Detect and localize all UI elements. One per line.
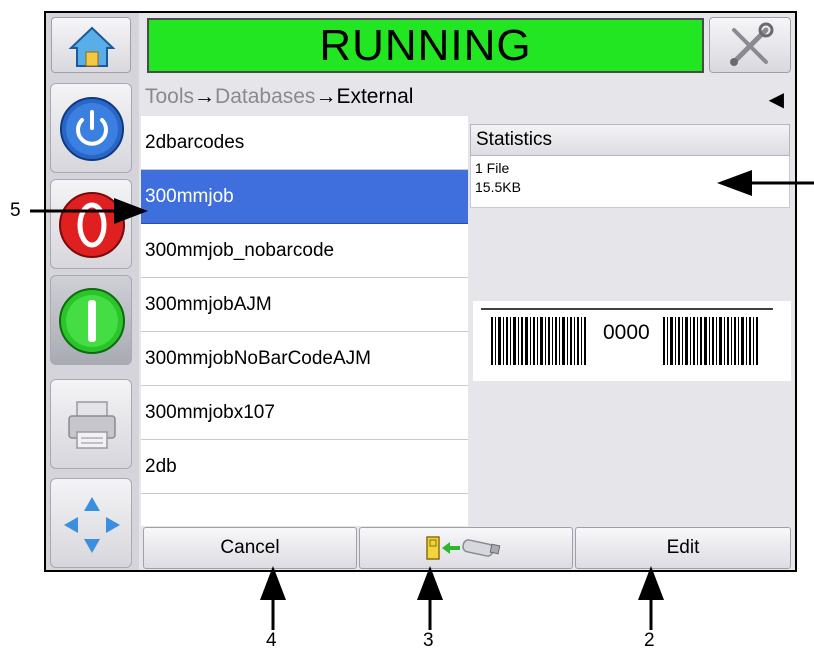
navigate-icon [64,497,120,553]
barcode-number: 0000 [603,321,650,344]
power-icon [60,97,124,161]
stop-icon [59,192,125,258]
list-item[interactable]: 300mmjobx107 [141,386,468,440]
start-icon [59,288,125,354]
breadcrumb-external: External [336,85,414,108]
database-list: 2dbarcodes 300mmjob 300mmjob_nobarcode 3… [141,116,468,526]
tools-icon [730,22,774,66]
home-icon [68,26,116,67]
printer-screen: RUNNING Tools→Databases→External ◀ 2dbar… [44,11,797,572]
callout-5: 5 [10,200,21,221]
start-button[interactable] [50,275,132,365]
list-item[interactable]: 2db [141,440,468,494]
printer-button[interactable] [50,379,132,469]
edit-button[interactable]: Edit [575,527,791,569]
breadcrumb: Tools→Databases→External ◀ [145,85,790,115]
statistics-body: 1 File 15.5KB [470,156,790,208]
list-item[interactable]: 300mmjob_nobarcode [141,224,468,278]
list-item-selected[interactable]: 300mmjob [141,170,468,224]
list-item[interactable]: 2dbarcodes [141,116,468,170]
power-button[interactable] [50,83,132,173]
list-item[interactable]: 300mmjobNoBarCodeAJM [141,332,468,386]
cancel-button[interactable]: Cancel [143,527,357,569]
breadcrumb-databases[interactable]: Databases [215,85,315,108]
callout-4: 4 [266,630,277,651]
callout-2: 2 [644,630,655,651]
printer-icon [68,401,116,449]
usb-transfer-button[interactable] [359,527,573,569]
file-size: 15.5KB [475,179,521,195]
breadcrumb-tools[interactable]: Tools [145,85,194,108]
back-arrow-icon[interactable]: ◀ [769,87,784,112]
job-preview: 0000 [473,301,791,381]
list-item[interactable]: 300mmjobAJM [141,278,468,332]
statistics-panel: Statistics 1 File 15.5KB [470,124,790,216]
status-bar: RUNNING [147,18,704,73]
breadcrumb-separator: → [194,85,216,108]
home-button[interactable] [51,17,131,73]
statistics-title: Statistics [470,124,790,156]
file-count: 1 File [475,160,510,176]
stop-button[interactable] [50,179,132,269]
tools-button[interactable] [709,17,791,73]
navigate-button[interactable] [50,478,132,568]
callout-3: 3 [423,630,434,651]
usb-transfer-icon [426,536,501,560]
breadcrumb-separator: → [315,85,337,108]
